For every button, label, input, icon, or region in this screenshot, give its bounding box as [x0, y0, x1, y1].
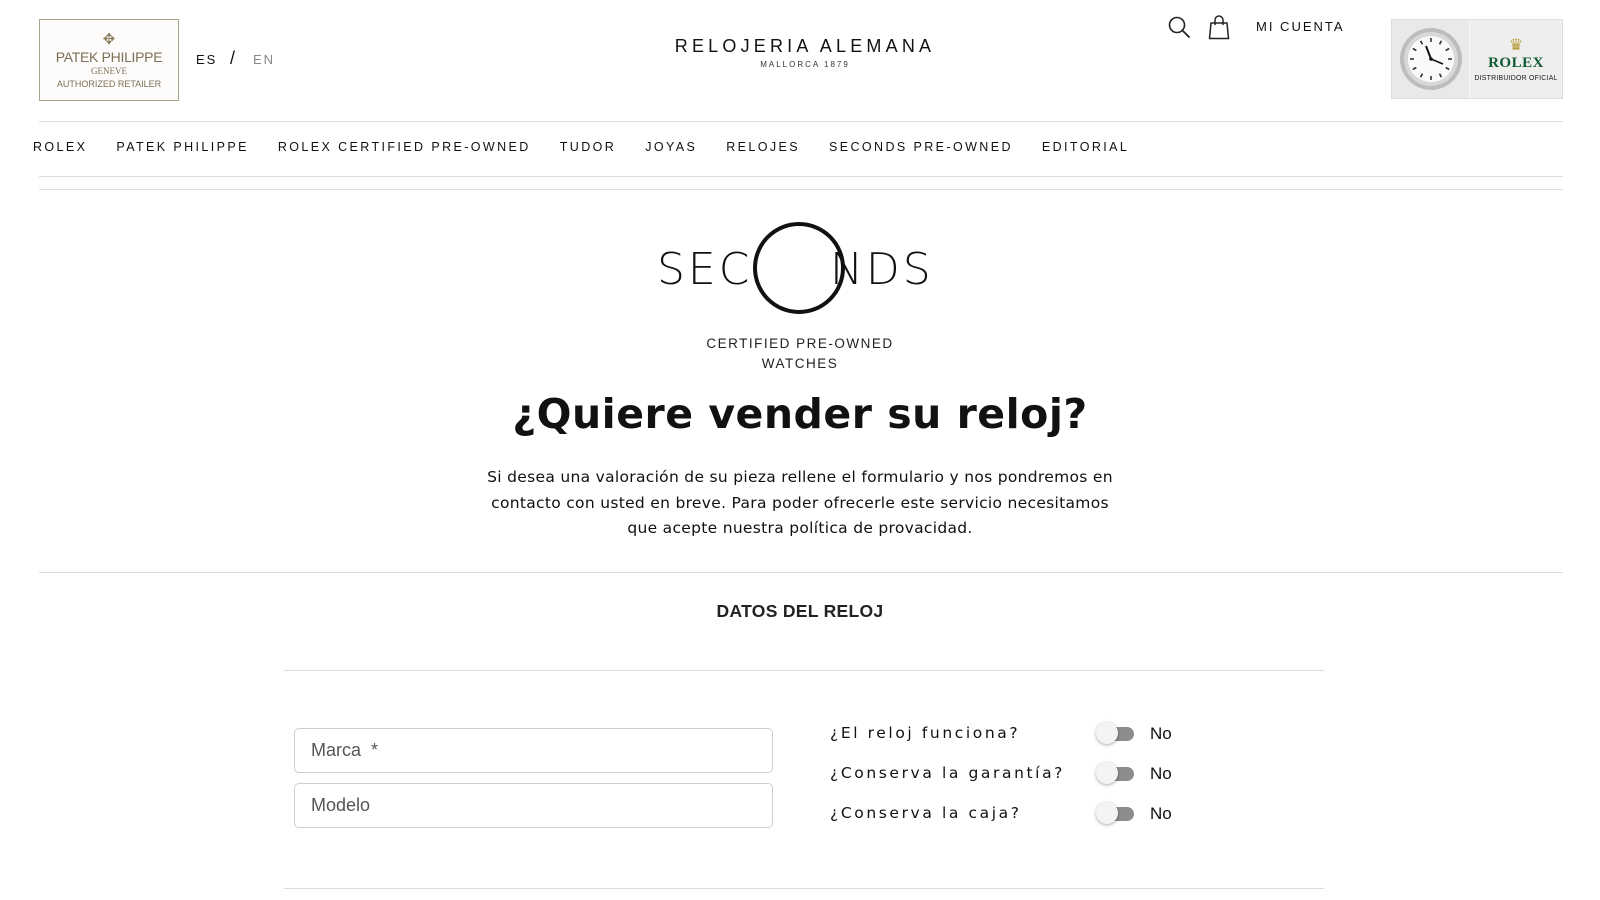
- search-icon: [1168, 16, 1190, 38]
- nav-item-joyas[interactable]: JOYAS: [645, 140, 697, 154]
- section-divider-top: [284, 670, 1324, 671]
- nav-item-rolex[interactable]: ROLEX: [33, 140, 87, 154]
- cart-button[interactable]: [1205, 13, 1233, 41]
- rolex-badge-label: DISTRIBUIDOR OFICIAL: [1474, 74, 1558, 82]
- rolex-crown-icon: ♛: [1508, 34, 1524, 54]
- my-account-link[interactable]: MI CUENTA: [1256, 19, 1345, 34]
- nav-item-patek-philippe[interactable]: PATEK PHILIPPE: [116, 140, 248, 154]
- main-nav: ROLEX PATEK PHILIPPE ROLEX CERTIFIED PRE…: [33, 140, 1158, 154]
- model-input[interactable]: [294, 783, 773, 828]
- seconds-logo: SEC NDS: [650, 222, 950, 317]
- patek-badge-retailer: AUTHORIZED RETAILER: [56, 79, 162, 89]
- intro-text: Si desea una valoración de su pieza rell…: [487, 468, 1113, 537]
- language-separator: /: [230, 48, 236, 68]
- brand-subtitle: MALLORCA 1879: [760, 60, 850, 69]
- seconds-logo-left: SEC: [657, 244, 753, 295]
- site-logo[interactable]: RELOJERIA ALEMANA MALLORCA 1879: [600, 36, 1010, 69]
- toggle-knob: [1096, 762, 1118, 784]
- question-warranty-label: ¿Conserva la garantía?: [830, 764, 1066, 782]
- question-box-label: ¿Conserva la caja?: [830, 804, 1022, 822]
- rolex-badge-brand: ROLEX: [1488, 54, 1544, 71]
- language-es-link[interactable]: ES: [196, 52, 217, 67]
- toggle-knob: [1096, 802, 1118, 824]
- seconds-logo-subtitle-2: WATCHES: [761, 356, 839, 371]
- header-divider: [39, 121, 1563, 122]
- nav-divider-top: [39, 176, 1563, 177]
- warranty-value: No: [1150, 764, 1172, 783]
- seconds-logo-right: NDS: [830, 244, 934, 295]
- hero-divider: [39, 572, 1563, 573]
- brand-input[interactable]: [294, 728, 773, 773]
- box-value: No: [1150, 804, 1172, 823]
- nav-divider-bottom: [39, 189, 1563, 190]
- warranty-toggle[interactable]: [1096, 762, 1136, 784]
- nav-item-tudor[interactable]: TUDOR: [560, 140, 616, 154]
- brand-name: RELOJERIA ALEMANA: [674, 36, 936, 56]
- nav-item-relojes[interactable]: RELOJES: [726, 140, 800, 154]
- page-title: ¿Quiere vender su reloj?: [512, 390, 1088, 438]
- nav-item-rolex-cpo[interactable]: ROLEX CERTIFIED PRE-OWNED: [278, 140, 531, 154]
- watch-works-value: No: [1150, 724, 1172, 743]
- box-toggle[interactable]: [1096, 802, 1136, 824]
- rolex-official-retailer-badge[interactable]: ♛ ROLEX DISTRIBUIDOR OFICIAL: [1391, 19, 1563, 99]
- toggle-knob: [1096, 722, 1118, 744]
- section-divider-bottom: [284, 888, 1324, 889]
- nav-item-editorial[interactable]: EDITORIAL: [1042, 140, 1129, 154]
- rolex-clock: [1392, 20, 1470, 98]
- language-en-link[interactable]: EN: [253, 52, 275, 67]
- patek-philippe-retailer-badge[interactable]: ✥ PATEK PHILIPPE GENEVE AUTHORIZED RETAI…: [39, 19, 179, 101]
- question-watch-works-label: ¿El reloj funciona?: [830, 724, 1021, 742]
- watch-works-toggle[interactable]: [1096, 722, 1136, 744]
- patek-badge-city: GENEVE: [91, 66, 127, 76]
- section-title: DATOS DEL RELOJ: [716, 601, 884, 621]
- search-button[interactable]: [1165, 13, 1193, 41]
- patek-badge-name: PATEK PHILIPPE: [55, 49, 163, 65]
- patek-cross-icon: ✥: [102, 30, 116, 48]
- clock-icon: [1399, 28, 1462, 90]
- seconds-logo-subtitle-1: CERTIFIED PRE-OWNED: [706, 336, 894, 351]
- nav-item-seconds-pre-owned[interactable]: SECONDS PRE-OWNED: [829, 140, 1013, 154]
- shopping-bag-icon: [1208, 15, 1230, 40]
